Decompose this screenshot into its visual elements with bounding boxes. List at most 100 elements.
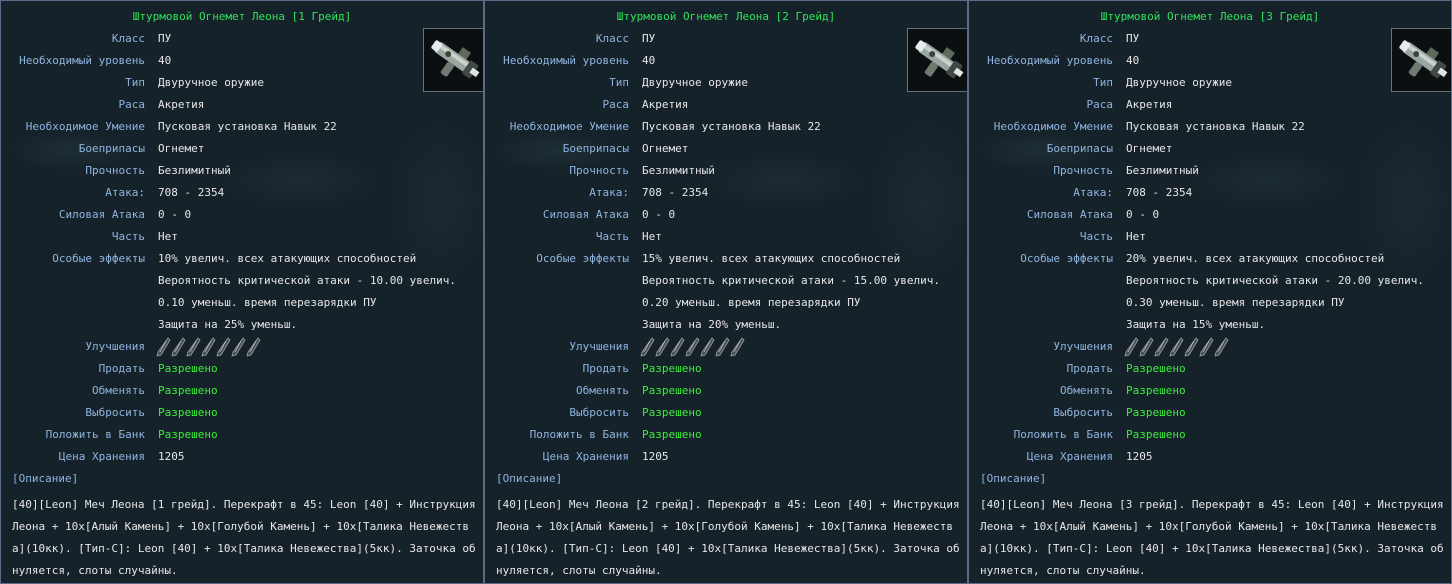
empty-upgrade-slot-icon (730, 337, 745, 357)
stat-value: 40 (1126, 54, 1140, 67)
permission-value: Разрешено (642, 362, 702, 375)
empty-upgrade-slot-icon (655, 337, 670, 357)
permission-label: Выбросить (1053, 406, 1113, 419)
empty-upgrade-slot-icon (1154, 337, 1169, 357)
stat-label: Класс (1079, 32, 1113, 45)
empty-upgrade-slot-icon (715, 337, 730, 357)
stat-label: Раса (118, 98, 146, 111)
stat-value: 708 - 2354 (1126, 186, 1193, 199)
special-effect-line: 0.20 уменьш. время перезарядки ПУ (642, 296, 861, 309)
permission-label: Выбросить (569, 406, 629, 419)
upgrade-slots (640, 337, 745, 357)
stat-label: Атака: (589, 186, 629, 199)
empty-upgrade-slot-icon (201, 337, 216, 357)
empty-upgrade-slot-icon (246, 337, 261, 357)
stat-value: Огнемет (642, 142, 689, 155)
permission-value: Разрешено (158, 362, 218, 375)
permission-label: Продать (1066, 362, 1113, 375)
special-effect-line: Защита на 25% уменьш. (158, 318, 298, 331)
upgrades-label: Улучшения (1053, 340, 1113, 353)
stat-value: 40 (158, 54, 172, 67)
stat-label: Боеприпасы (562, 142, 629, 155)
special-effect-line: Вероятность критической атаки - 10.00 ув… (158, 274, 457, 287)
stat-value: Нет (642, 230, 662, 243)
description-text: [40][Leon] Меч Леона [1 грейд]. Перекраф… (12, 498, 476, 577)
permission-label: Продать (582, 362, 629, 375)
stat-label: Прочность (569, 164, 629, 177)
flamethrower-icon[interactable] (423, 28, 483, 92)
stat-label: Часть (595, 230, 629, 243)
item-tooltip-grade-1: Штурмовой Огнемет Леона [1 Грейд] Класс П… (0, 0, 484, 584)
description-header: [Описание] (980, 472, 1047, 485)
empty-upgrade-slot-icon (216, 337, 231, 357)
permission-label: Обменять (92, 384, 145, 397)
stat-label: Раса (602, 98, 630, 111)
stat-label: Необходимый уровень (503, 54, 629, 67)
stat-value: 0 - 0 (158, 208, 192, 221)
stat-label: Особые эффекты (536, 252, 629, 265)
permission-label: Продать (98, 362, 145, 375)
item-title: Штурмовой Огнемет Леона [3 Грейд] (1100, 10, 1320, 23)
stat-label: Атака: (105, 186, 145, 199)
stat-label: Силовая Атака (1026, 208, 1113, 221)
stat-value: 0 - 0 (1126, 208, 1160, 221)
stat-label: Класс (595, 32, 629, 45)
stat-value: 10% увелич. всех атакующих способностей (158, 252, 417, 265)
stat-label: Необходимое Умение (509, 120, 629, 133)
stat-label: Раса (1086, 98, 1114, 111)
empty-upgrade-slot-icon (700, 337, 715, 357)
stat-label: Прочность (85, 164, 145, 177)
stat-label: Тип (125, 76, 145, 89)
stat-value: ПУ (1126, 32, 1140, 45)
special-effect-line: 0.10 уменьш. время перезарядки ПУ (158, 296, 377, 309)
flamethrower-icon[interactable] (907, 28, 967, 92)
stat-label: Атака: (1073, 186, 1113, 199)
permission-label: Обменять (1060, 384, 1113, 397)
stat-value: Двуручное оружие (642, 76, 748, 89)
storage-price-value: 1205 (1126, 450, 1153, 463)
stat-label: Особые эффекты (52, 252, 145, 265)
special-effect-line: Вероятность критической атаки - 20.00 ув… (1126, 274, 1425, 287)
upgrade-slots (156, 337, 261, 357)
stat-value: 0 - 0 (642, 208, 676, 221)
storage-price-label: Цена Хранения (542, 450, 629, 463)
empty-upgrade-slot-icon (1199, 337, 1214, 357)
flamethrower-icon[interactable] (1391, 28, 1451, 92)
stat-value: ПУ (642, 32, 656, 45)
special-effect-line: Защита на 15% уменьш. (1126, 318, 1266, 331)
special-effect-line: 0.30 уменьш. время перезарядки ПУ (1126, 296, 1345, 309)
special-effect-line: Защита на 20% уменьш. (642, 318, 782, 331)
flamethrower-icon-svg (1392, 29, 1451, 91)
permission-value: Разрешено (642, 406, 702, 419)
empty-upgrade-slot-icon (156, 337, 171, 357)
stat-value: Пусковая установка Навык 22 (158, 120, 337, 133)
stat-label: Силовая Атака (542, 208, 629, 221)
stat-label: Силовая Атака (58, 208, 145, 221)
stat-value: Акретия (158, 98, 205, 111)
storage-price-value: 1205 (158, 450, 185, 463)
permission-value: Разрешено (642, 428, 702, 441)
stat-value: Нет (158, 230, 178, 243)
empty-upgrade-slot-icon (1169, 337, 1184, 357)
permission-value: Разрешено (158, 406, 218, 419)
empty-upgrade-slot-icon (670, 337, 685, 357)
permission-label: Положить в Банк (1013, 428, 1113, 441)
special-effect-line: Вероятность критической атаки - 15.00 ув… (642, 274, 941, 287)
stat-label: Прочность (1053, 164, 1113, 177)
empty-upgrade-slot-icon (186, 337, 201, 357)
stat-value: Безлимитный (1126, 164, 1199, 177)
stat-value: Огнемет (1126, 142, 1173, 155)
empty-upgrade-slot-icon (1139, 337, 1154, 357)
description-text: [40][Leon] Меч Леона [2 грейд]. Перекраф… (496, 498, 960, 577)
stat-value: 40 (642, 54, 656, 67)
upgrades-label: Улучшения (569, 340, 629, 353)
empty-upgrade-slot-icon (1184, 337, 1199, 357)
permission-value: Разрешено (1126, 406, 1186, 419)
stat-label: Необходимое Умение (993, 120, 1113, 133)
flamethrower-icon-svg (424, 29, 483, 91)
stat-label: Боеприпасы (78, 142, 145, 155)
permission-value: Разрешено (1126, 428, 1186, 441)
upgrades-label: Улучшения (85, 340, 145, 353)
permission-label: Положить в Банк (45, 428, 145, 441)
permission-value: Разрешено (158, 384, 218, 397)
